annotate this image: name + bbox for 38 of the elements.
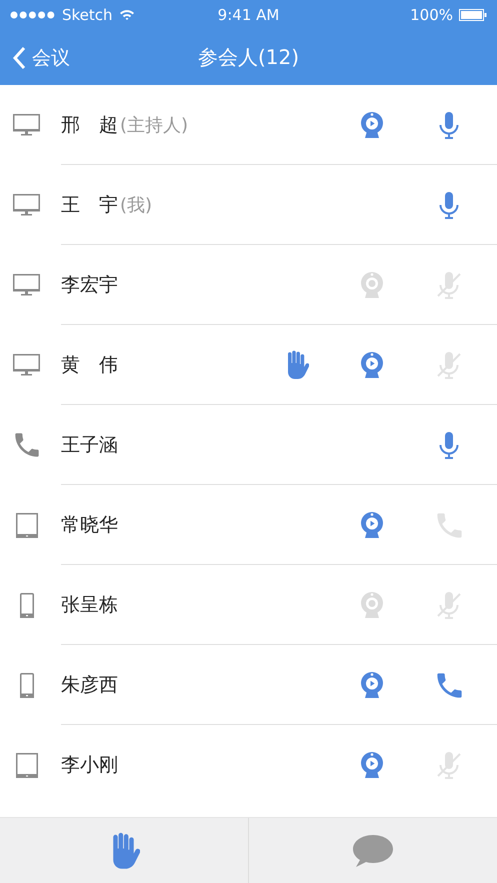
phone-icon xyxy=(14,432,40,458)
tablet-icon xyxy=(16,752,38,778)
role-note: (主持人) xyxy=(120,114,188,137)
participant-name: 黄 伟 xyxy=(61,353,118,378)
role-note: (我) xyxy=(120,194,152,217)
carrier-label: Sketch xyxy=(62,6,113,24)
page-title: 参会人(12) xyxy=(198,44,300,71)
battery-percent: 100% xyxy=(410,6,453,24)
monitor-icon xyxy=(13,274,40,296)
participant-name: 王 宇 xyxy=(61,193,118,218)
chat-bubble-icon xyxy=(352,834,394,868)
participant-name: 邢 超 xyxy=(61,113,118,138)
monitor-icon xyxy=(13,114,40,136)
participant-name: 朱彦西 xyxy=(61,673,118,698)
monitor-icon xyxy=(13,194,40,216)
monitor-icon xyxy=(13,354,40,376)
chevron-left-icon xyxy=(12,46,26,70)
participant-name: 李小刚 xyxy=(61,753,118,778)
clock-time: 9:41 AM xyxy=(218,6,280,24)
participant-name: 常晓华 xyxy=(61,513,118,538)
participant-row[interactable]: 黄 伟 xyxy=(0,325,497,405)
participant-row[interactable]: 王 宇(我) xyxy=(0,165,497,245)
participant-row[interactable]: 张呈栋 xyxy=(0,565,497,645)
participant-row[interactable]: 常晓华 xyxy=(0,485,497,565)
participant-name: 李宏宇 xyxy=(61,273,118,298)
tablet-icon xyxy=(16,512,38,538)
participant-row[interactable]: 李宏宇 xyxy=(0,245,497,325)
signal-icon xyxy=(10,11,56,19)
smartphone-icon xyxy=(20,592,34,618)
participant-name: 王子涵 xyxy=(61,433,118,458)
participant-row[interactable]: 王子涵 xyxy=(0,405,497,485)
wifi-icon xyxy=(118,9,135,21)
participant-row[interactable]: 朱彦西 xyxy=(0,645,497,725)
battery-icon xyxy=(459,9,487,21)
participant-row[interactable]: 李小刚 xyxy=(0,725,497,804)
participant-row[interactable]: 邢 超(主持人) xyxy=(0,85,497,165)
participant-name: 张呈栋 xyxy=(61,593,118,618)
smartphone-icon xyxy=(20,672,34,698)
